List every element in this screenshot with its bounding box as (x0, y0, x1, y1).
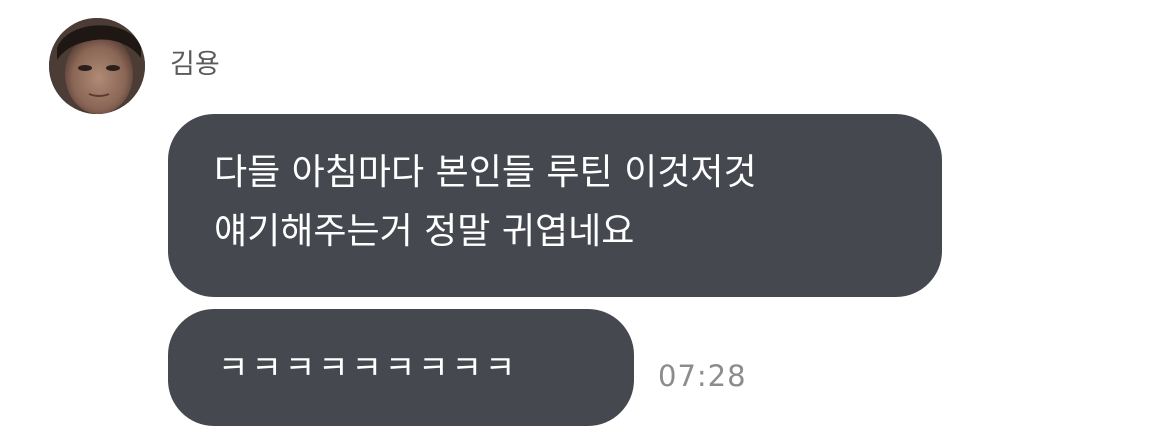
profile-photo-avatar-icon (49, 18, 145, 114)
message-timestamp: 07:28 (658, 359, 747, 393)
message-text: ㅋㅋㅋㅋㅋㅋㅋㅋㅋ (218, 348, 519, 387)
message-bubble[interactable]: 다들 아침마다 본인들 루틴 이것저것 얘기해주는거 정말 귀엽네요 (168, 114, 942, 297)
sender-name: 김용 (170, 49, 220, 80)
message-text-line: 다들 아침마다 본인들 루틴 이것저것 (214, 152, 757, 193)
message-bubble[interactable]: ㅋㅋㅋㅋㅋㅋㅋㅋㅋ (168, 309, 634, 426)
message-text-line: 얘기해주는거 정말 귀엽네요 (214, 211, 635, 252)
sender-avatar[interactable] (49, 18, 145, 114)
